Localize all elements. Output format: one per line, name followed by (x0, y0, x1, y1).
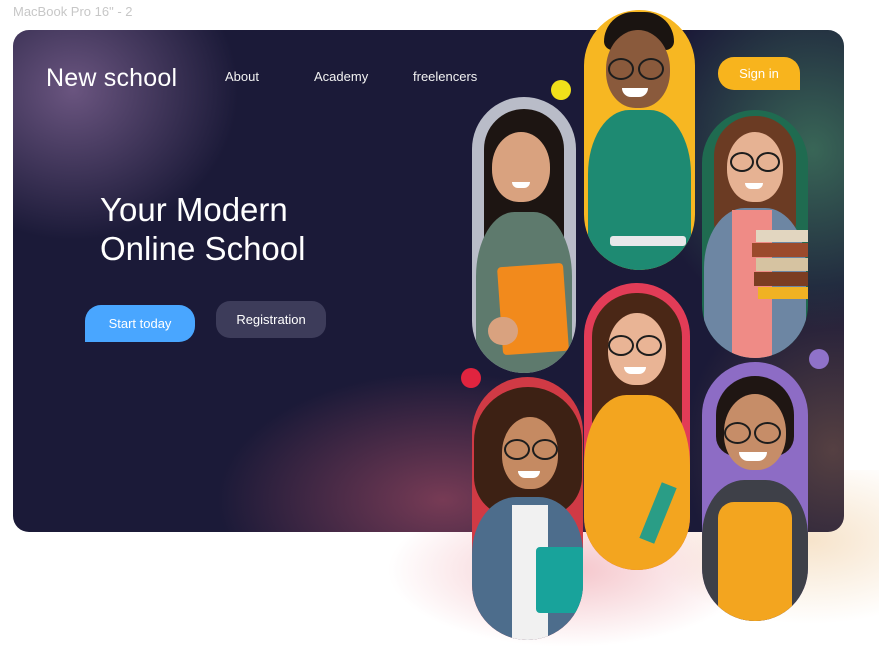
brand-logo[interactable]: New school (46, 64, 177, 93)
student-photo-curly-girl (472, 377, 583, 640)
sign-in-label: Sign in (739, 66, 779, 81)
nav-link-about[interactable]: About (225, 69, 259, 84)
sign-in-button[interactable]: Sign in (718, 57, 800, 90)
nav-link-academy[interactable]: Academy (314, 69, 368, 84)
hero-title: Your Modern Online School (100, 190, 400, 268)
student-photo-glasses-boy (584, 10, 695, 270)
start-today-label: Start today (108, 316, 172, 331)
registration-label: Registration (236, 312, 306, 327)
registration-button[interactable]: Registration (216, 301, 326, 338)
student-photo-yellow-sweater-girl (584, 283, 690, 570)
student-photo-books-girl (702, 110, 808, 358)
frame-label: MacBook Pro 16" - 2 (13, 4, 133, 19)
decorative-dot-yellow (551, 80, 571, 100)
student-photo-smiling-girl (702, 362, 808, 621)
start-today-button[interactable]: Start today (85, 305, 195, 342)
nav-link-freelencers[interactable]: freelencers (413, 69, 477, 84)
decorative-dot-purple (809, 349, 829, 369)
hero-title-line-1: Your Modern (100, 191, 288, 228)
student-photo-book-girl (472, 97, 576, 373)
hero-title-line-2: Online School (100, 230, 306, 267)
